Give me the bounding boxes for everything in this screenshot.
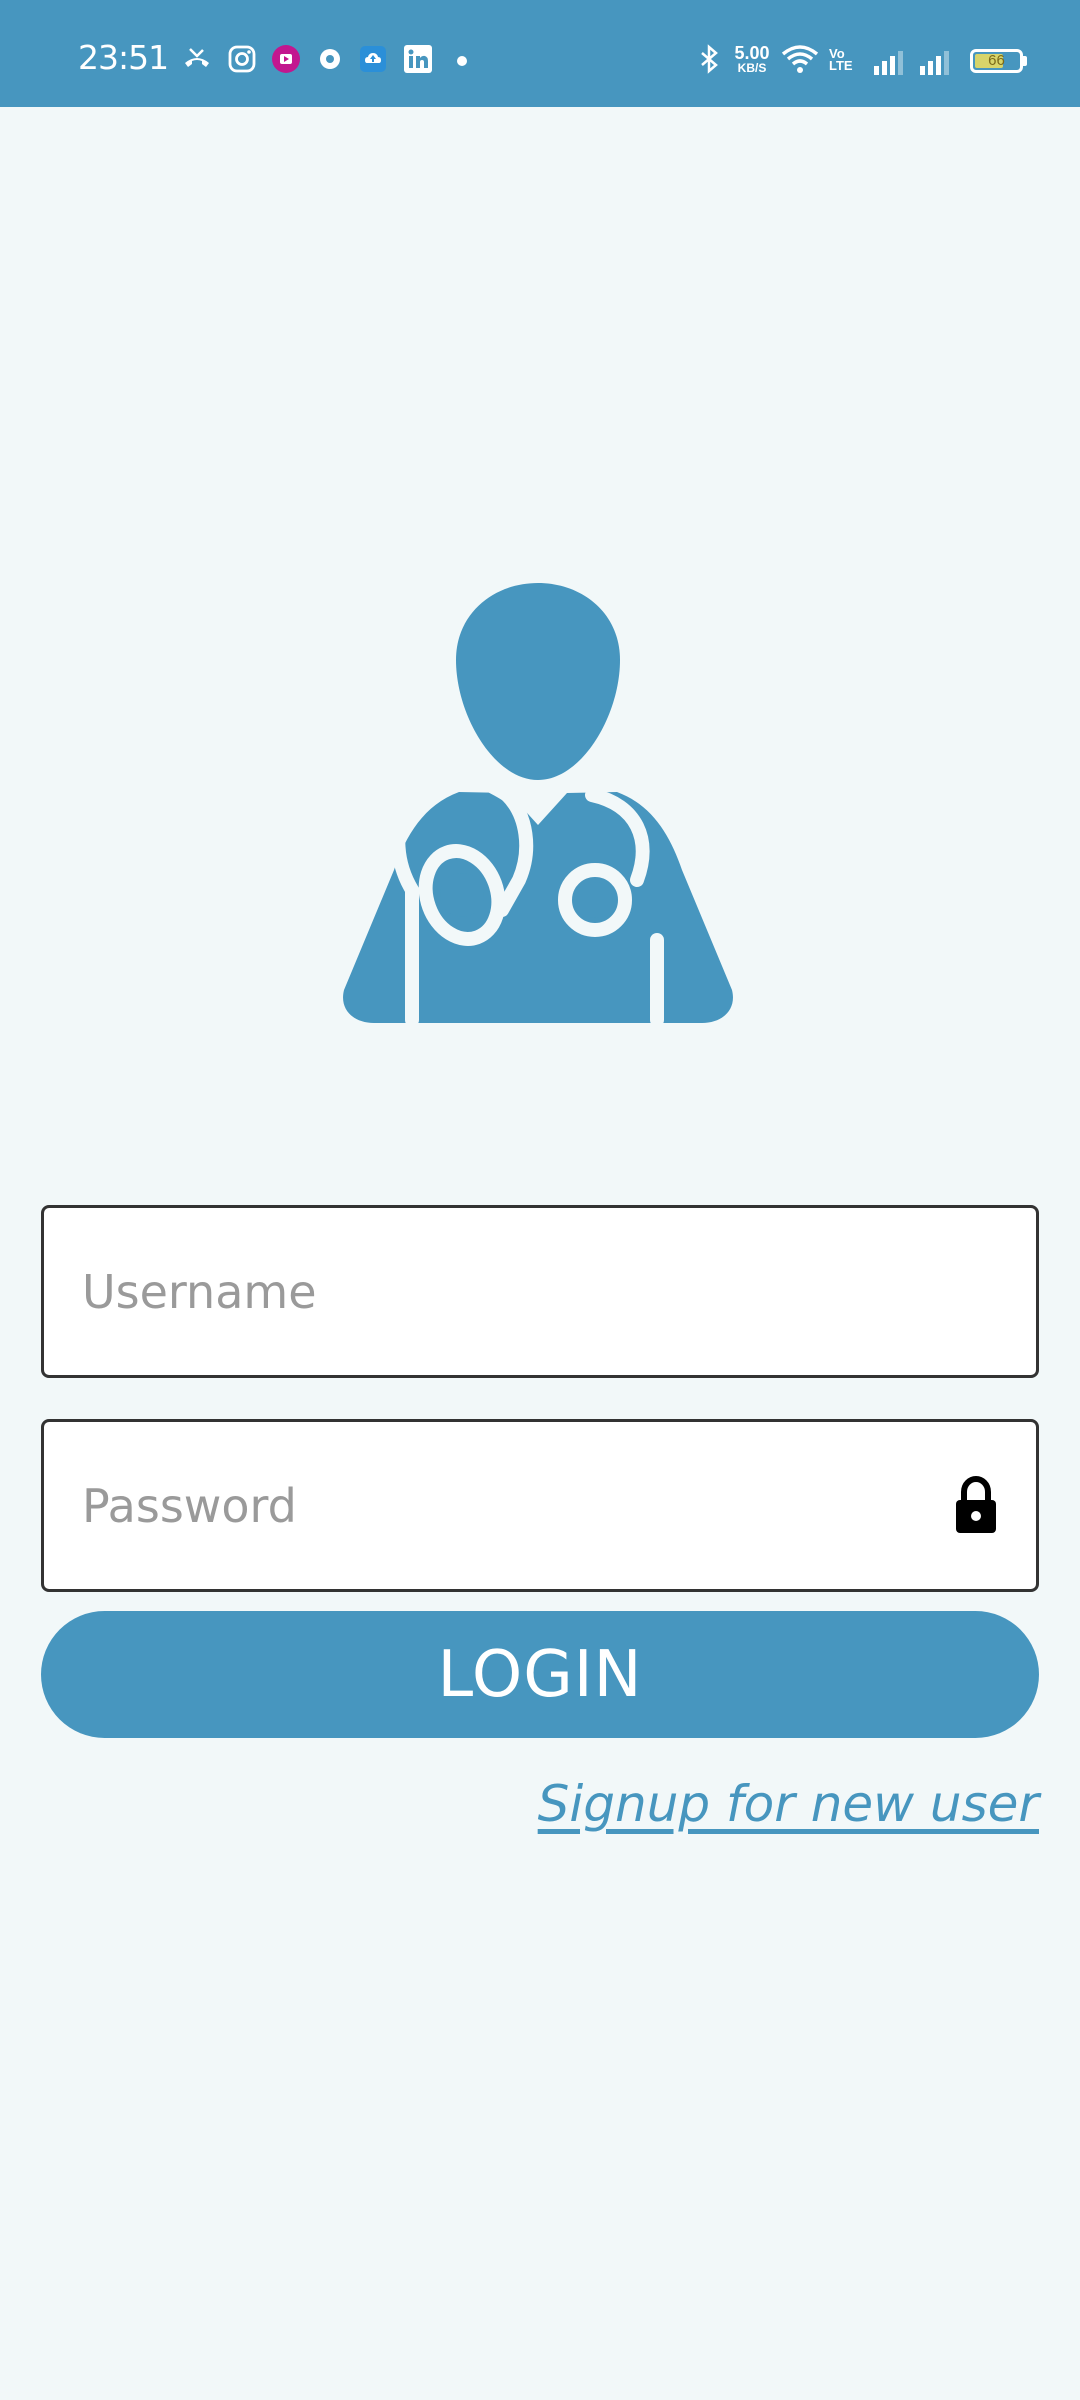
wifi-icon: [781, 45, 819, 73]
status-time: 23:51: [78, 38, 169, 77]
network-speed: 5.00 KB/S: [734, 43, 770, 75]
lock-icon[interactable]: [952, 1476, 1000, 1536]
signup-link[interactable]: Signup for new user: [538, 1775, 1039, 1833]
username-input[interactable]: [82, 1208, 942, 1375]
chrome-icon: [320, 49, 340, 69]
linkedin-icon: [404, 45, 432, 73]
video-app-icon: [272, 45, 300, 73]
battery-cap: [1023, 56, 1027, 66]
battery-icon: 66: [970, 49, 1023, 73]
instagram-icon: [228, 45, 256, 73]
bluetooth-icon: [701, 44, 718, 74]
login-button[interactable]: LOGIN: [41, 1611, 1039, 1738]
status-bar: 23:51 5.00 KB/S Vo LTE 66: [0, 0, 1080, 107]
doctor-avatar-icon: [343, 583, 733, 1025]
volte-indicator: Vo LTE: [829, 46, 853, 73]
more-dot-icon: [457, 56, 467, 66]
missed-call-icon: [185, 48, 209, 67]
cloud-app-icon: [360, 46, 386, 72]
signal-1-icon: [874, 51, 903, 75]
password-input[interactable]: [82, 1422, 942, 1589]
battery-level: 66: [988, 52, 1005, 69]
username-field[interactable]: [41, 1205, 1039, 1378]
password-field[interactable]: [41, 1419, 1039, 1592]
signal-2-icon: [920, 51, 949, 75]
